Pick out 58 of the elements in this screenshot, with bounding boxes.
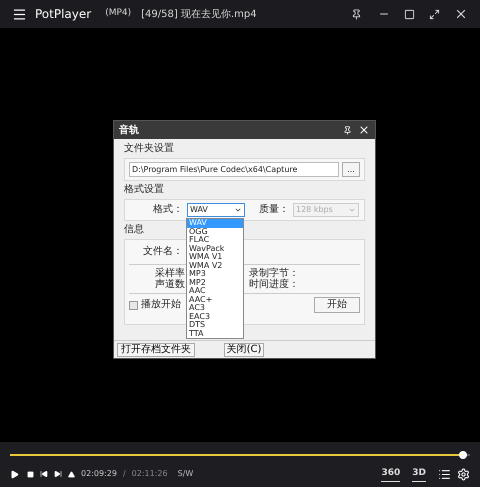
group-title: 文件夹设置	[124, 143, 174, 155]
channels-label: 声道数	[155, 279, 185, 290]
dropdown-option[interactable]: WMA V1	[187, 253, 243, 262]
group-title: 信息	[124, 224, 144, 236]
dropdown-option[interactable]: FLAC	[187, 236, 243, 244]
file-title: [49/58] 现在去见你.mp4	[141, 8, 257, 22]
close-button[interactable]: 关闭(C)	[224, 342, 264, 356]
close-icon[interactable]	[358, 124, 370, 136]
view-mode-toggle[interactable]: 360	[381, 467, 400, 482]
total-time: 02:11:26	[132, 468, 168, 480]
dropdown-option[interactable]: MP2	[187, 278, 243, 287]
progress-thumb[interactable]	[459, 451, 468, 459]
dropdown-option[interactable]: DTS	[187, 321, 243, 330]
dialog-title: 音轨	[119, 123, 139, 138]
app-title: PotPlayer	[35, 6, 92, 23]
next-icon[interactable]	[54, 470, 62, 478]
path-field[interactable]: D:\Program Files\Pure Codec\x64\Capture	[129, 162, 339, 177]
dropdown-option[interactable]: AAC+	[187, 296, 243, 304]
dropdown-option[interactable]: AAC	[187, 287, 243, 296]
autostart-label: 播放开始	[141, 299, 181, 311]
previous-icon[interactable]	[40, 470, 48, 478]
current-time: 02:09:29	[81, 468, 117, 480]
time-progress-label: 时间进度：	[249, 279, 299, 290]
close-icon[interactable]	[454, 7, 468, 21]
pin-icon[interactable]	[351, 8, 362, 20]
quality-label: 质量：	[259, 204, 290, 216]
browse-button[interactable]: ...	[342, 162, 360, 177]
stop-icon[interactable]	[27, 470, 34, 478]
filename-label: 文件名：	[143, 246, 183, 258]
time-separator: /	[122, 468, 126, 480]
settings-icon[interactable]	[457, 468, 470, 481]
open-folder-button[interactable]: 打开存档文件夹	[117, 342, 195, 356]
dropdown-option[interactable]: EAC3	[187, 312, 243, 321]
play-icon[interactable]	[10, 470, 19, 479]
view-mode-toggle[interactable]: 3D	[412, 467, 426, 482]
sample-rate-label: 采样率	[155, 268, 185, 279]
dropdown-option[interactable]: MP3	[187, 270, 243, 278]
pin-icon[interactable]	[343, 126, 352, 134]
dropdown-option[interactable]: AC3	[187, 304, 243, 312]
format-label: (MP4)	[105, 7, 132, 20]
dropdown-option[interactable]: WavPack	[187, 244, 243, 253]
format-label: 格式：	[153, 204, 184, 216]
recorded-bytes-label: 录制字节：	[249, 268, 299, 279]
caret-icon	[348, 206, 356, 214]
dropdown-option[interactable]: OGG	[187, 228, 243, 236]
dropdown-option[interactable]: TTA	[187, 330, 243, 338]
start-button[interactable]: 开始	[314, 297, 360, 313]
group-title: 格式设置	[124, 184, 164, 196]
caret-icon	[234, 206, 242, 214]
menu-icon[interactable]	[12, 6, 27, 22]
fullscreen-icon[interactable]	[429, 8, 440, 20]
format-select[interactable]: WAV	[187, 203, 245, 217]
dropdown-option[interactable]: WMA V2	[187, 262, 243, 270]
eject-icon[interactable]	[68, 470, 75, 478]
playlist-icon[interactable]	[438, 468, 451, 481]
maximize-icon[interactable]	[404, 8, 415, 20]
checkbox[interactable]	[129, 300, 138, 310]
mode-label[interactable]: S/W	[178, 468, 194, 480]
